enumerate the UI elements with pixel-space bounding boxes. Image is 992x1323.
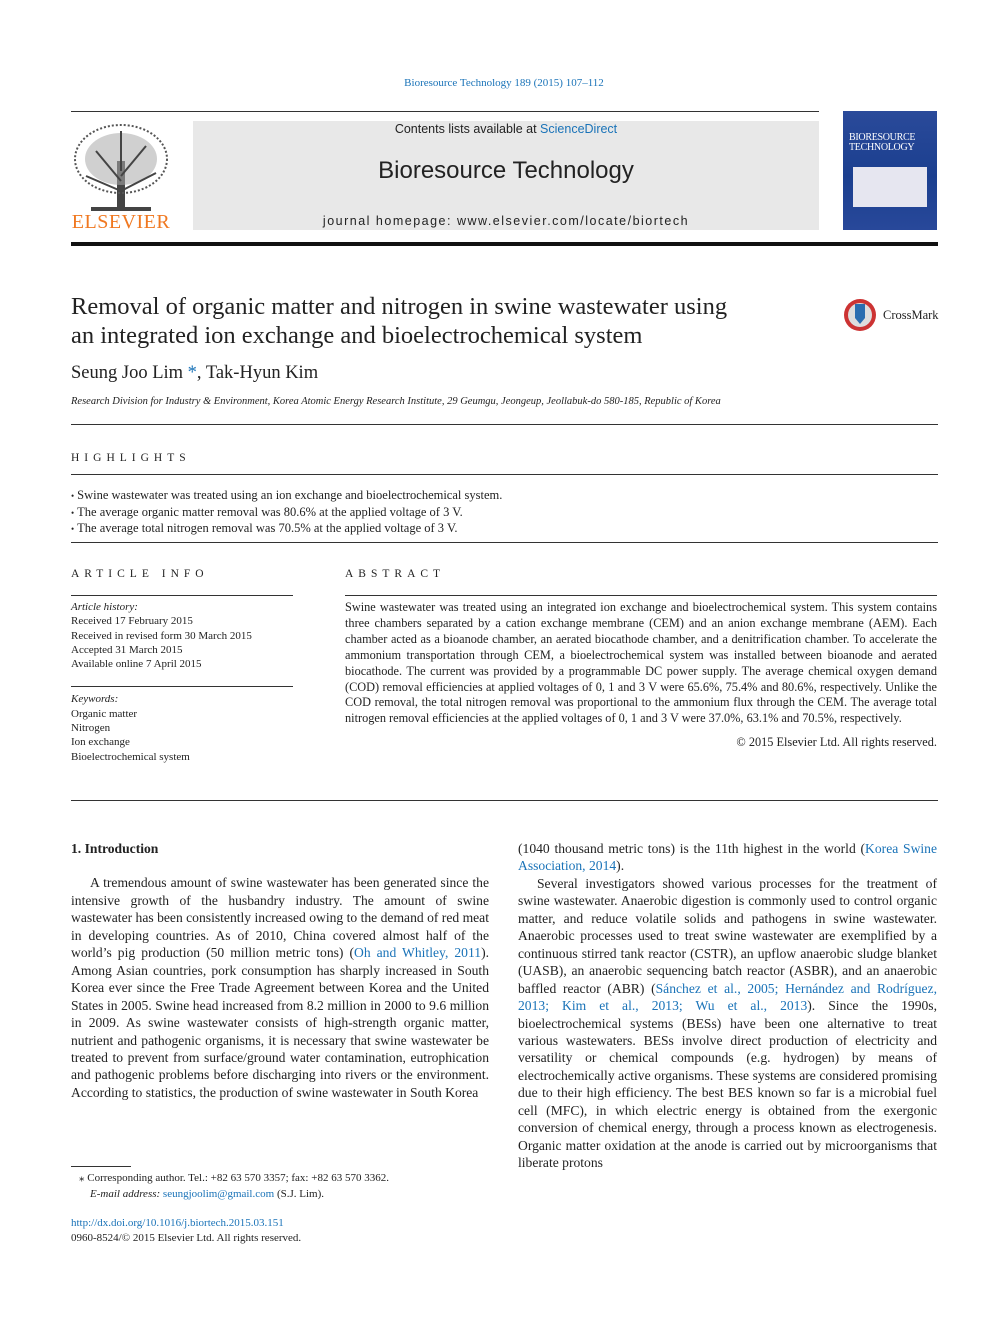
divider xyxy=(71,595,293,596)
highlights-heading: HIGHLIGHTS xyxy=(71,452,191,464)
journal-homepage[interactable]: journal homepage: www.elsevier.com/locat… xyxy=(193,214,819,228)
abstract: Swine wastewater was treated using an in… xyxy=(345,600,937,751)
keyword: Bioelectrochemical system xyxy=(71,750,190,763)
highlight-item: The average organic matter removal was 8… xyxy=(71,505,502,522)
column-left: 1. Introduction A tremendous amount of s… xyxy=(71,840,489,1101)
doi-link[interactable]: http://dx.doi.org/10.1016/j.biortech.201… xyxy=(71,1217,284,1229)
cover-title: BIORESOURCE TECHNOLOGY xyxy=(849,132,916,153)
highlight-item: Swine wastewater was treated using an io… xyxy=(71,488,502,505)
corresponding-author-mark[interactable]: * xyxy=(183,363,197,383)
abstract-copyright: © 2015 Elsevier Ltd. All rights reserved… xyxy=(736,735,937,750)
divider xyxy=(345,595,937,596)
keyword: Ion exchange xyxy=(71,736,130,749)
paragraph: A tremendous amount of swine wastewater … xyxy=(71,875,489,1100)
divider xyxy=(71,800,938,801)
contents-prefix: Contents lists available at xyxy=(394,122,541,136)
article-title: Removal of organic matter and nitrogen i… xyxy=(71,293,728,349)
header-thick-rule xyxy=(71,242,938,246)
citation-link[interactable]: Oh and Whitley, 2011 xyxy=(354,945,481,960)
article-info: Article history: Received 17 February 20… xyxy=(71,600,293,764)
header-rule xyxy=(71,111,819,112)
footnote-rule xyxy=(71,1166,131,1167)
email-link[interactable]: seungjoolim@gmail.com xyxy=(163,1188,274,1200)
article-info-heading: ARTICLE INFO xyxy=(71,568,209,580)
history-item: Accepted 31 March 2015 xyxy=(71,643,183,656)
history-item: Received in revised form 30 March 2015 xyxy=(71,629,252,642)
history-item: Available online 7 April 2015 xyxy=(71,658,202,671)
crossmark-icon xyxy=(844,299,876,331)
issn-line: 0960-8524/© 2015 Elsevier Ltd. All right… xyxy=(71,1232,302,1244)
authors: Seung Joo Lim *, Tak-Hyun Kim xyxy=(71,363,319,383)
section-heading: 1. Introduction xyxy=(71,841,159,856)
journal-title: Bioresource Technology xyxy=(378,157,634,184)
publisher-logo-text: ELSEVIER xyxy=(71,211,171,233)
highlight-item: The average total nitrogen removal was 7… xyxy=(71,521,502,538)
divider xyxy=(71,474,938,475)
history-item: Received 17 February 2015 xyxy=(71,615,193,628)
sciencedirect-link[interactable]: ScienceDirect xyxy=(540,122,617,136)
paper-page: Bioresource Technology 189 (2015) 107–11… xyxy=(0,0,992,1323)
doi-block: http://dx.doi.org/10.1016/j.biortech.201… xyxy=(71,1216,301,1246)
abstract-text: Swine wastewater was treated using an in… xyxy=(345,600,937,726)
paragraph: Several investigators showed various pro… xyxy=(518,875,937,1171)
column-right: (1040 thousand metric tons) is the 11th … xyxy=(518,840,937,1172)
highlights-list: Swine wastewater was treated using an io… xyxy=(71,488,502,538)
keyword: Organic matter xyxy=(71,707,138,720)
divider xyxy=(71,424,938,425)
divider xyxy=(71,542,938,543)
affiliation: Research Division for Industry & Environ… xyxy=(71,396,721,407)
footnote: ⁎ Corresponding author. Tel.: +82 63 570… xyxy=(79,1172,389,1200)
paragraph: (1040 thousand metric tons) is the 11th … xyxy=(518,841,937,874)
abstract-heading: ABSTRACT xyxy=(345,568,446,580)
keyword: Nitrogen xyxy=(71,722,111,735)
crossmark-button[interactable]: CrossMark xyxy=(843,298,943,334)
contents-line: Contents lists available at ScienceDirec… xyxy=(193,122,819,136)
journal-cover-image: BIORESOURCE TECHNOLOGY xyxy=(843,111,937,230)
journal-reference-link[interactable]: Bioresource Technology 189 (2015) 107–11… xyxy=(0,77,992,89)
